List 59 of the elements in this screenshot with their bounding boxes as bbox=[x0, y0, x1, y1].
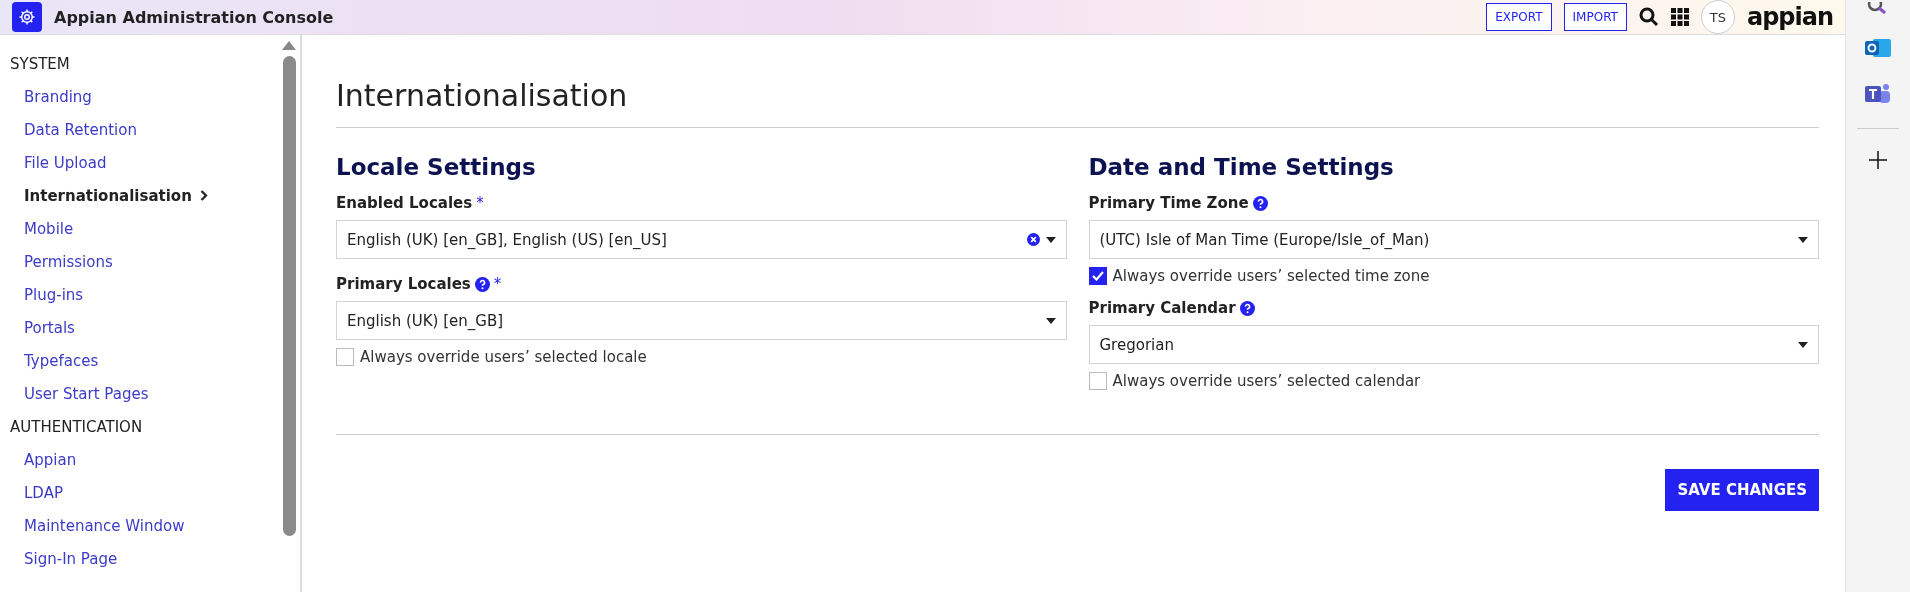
nav-link[interactable]: Branding bbox=[10, 80, 278, 113]
search-icon[interactable] bbox=[1867, 2, 1889, 14]
field-label: Primary Time Zone bbox=[1088, 194, 1249, 212]
required-mark: * bbox=[493, 275, 502, 293]
dropdown-field[interactable]: Gregorian bbox=[1088, 325, 1819, 364]
help-icon[interactable] bbox=[474, 276, 490, 292]
nav-link[interactable]: Data Retention bbox=[10, 113, 278, 146]
dropdown-field[interactable]: English (UK) [en_GB], English (US) [en_US] bbox=[336, 220, 1067, 259]
nav-link[interactable]: Appian bbox=[10, 443, 278, 476]
page-title: Internationalisation bbox=[336, 35, 1819, 128]
field-label: Primary Calendar bbox=[1088, 299, 1236, 317]
save-button[interactable]: SAVE CHANGES bbox=[1665, 469, 1819, 511]
mail-app-icon[interactable] bbox=[1865, 36, 1891, 60]
checkbox-label: Always override users’ selected locale bbox=[360, 348, 647, 366]
caret-icon bbox=[1798, 341, 1808, 348]
nav-link[interactable]: Plug-ins bbox=[10, 278, 278, 311]
dropdown-field[interactable]: (UTC) Isle of Man Time (Europe/Isle_of_Man) bbox=[1088, 220, 1819, 259]
clear-icon[interactable] bbox=[1026, 233, 1040, 246]
required-mark: * bbox=[476, 194, 484, 212]
app-title: Appian Administration Console bbox=[54, 7, 335, 27]
gear-icon bbox=[12, 2, 42, 32]
caret-icon bbox=[1045, 236, 1056, 243]
caret-icon bbox=[1798, 236, 1808, 243]
nav-link[interactable]: Permissions bbox=[10, 245, 278, 278]
nav-link[interactable]: Typefaces bbox=[10, 344, 278, 377]
checkbox-label: Always override users’ selected time zone bbox=[1112, 267, 1430, 285]
help-icon[interactable] bbox=[1239, 300, 1255, 316]
field-label: Primary Locales bbox=[336, 275, 471, 293]
nav-link[interactable]: Sign-In Page bbox=[10, 542, 278, 575]
nav-link[interactable]: LDAP bbox=[10, 476, 278, 509]
header-button[interactable]: EXPORT bbox=[1486, 3, 1552, 31]
field-label: Enabled Locales bbox=[336, 194, 473, 212]
section-title: SYSTEM bbox=[10, 53, 71, 75]
scroll-up-icon[interactable] bbox=[282, 41, 296, 50]
search-icon[interactable] bbox=[1638, 7, 1659, 27]
nav-link[interactable]: File Upload bbox=[10, 146, 278, 179]
dropdown-field[interactable]: English (UK) [en_GB] bbox=[336, 301, 1067, 340]
nav-link[interactable]: Mobile bbox=[10, 212, 278, 245]
section-title: AUTHENTICATION bbox=[10, 416, 144, 438]
header-button[interactable]: IMPORT bbox=[1563, 3, 1627, 31]
section-heading: Date and Time Settings bbox=[1088, 154, 1395, 180]
grid-icon[interactable] bbox=[1670, 8, 1689, 26]
plus-icon[interactable] bbox=[1869, 151, 1887, 169]
checkbox[interactable] bbox=[1088, 267, 1107, 285]
section-heading: Locale Settings bbox=[336, 154, 537, 180]
scrollbar-thumb[interactable] bbox=[282, 56, 296, 536]
checkbox[interactable] bbox=[336, 348, 354, 366]
logo: appian bbox=[1746, 3, 1833, 31]
checkbox[interactable] bbox=[1088, 372, 1107, 390]
caret-icon bbox=[1045, 317, 1056, 324]
nav-link[interactable]: Internationalisation bbox=[10, 179, 278, 212]
help-icon[interactable] bbox=[1252, 195, 1268, 211]
user-avatar[interactable]: TS bbox=[1700, 0, 1735, 34]
nav-link[interactable]: Maintenance Window bbox=[10, 509, 278, 542]
nav-link[interactable]: User Start Pages bbox=[10, 377, 278, 410]
checkbox-label: Always override users’ selected calendar bbox=[1112, 372, 1421, 390]
nav-link[interactable]: Portals bbox=[10, 311, 278, 344]
chevron-icon bbox=[199, 190, 208, 201]
chat-app-icon[interactable] bbox=[1865, 82, 1891, 106]
